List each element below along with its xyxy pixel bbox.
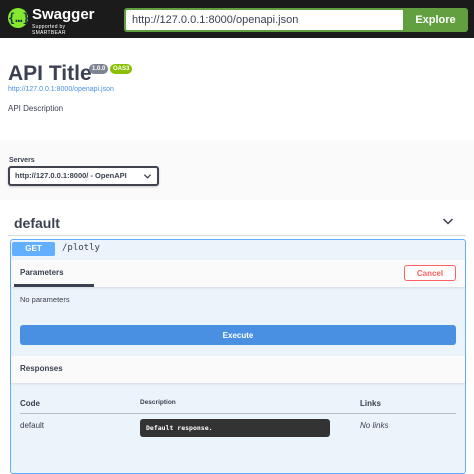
- swagger-logo-text: Swagger: [32, 6, 95, 23]
- spec-link[interactable]: http://127.0.0.1:8000/openapi.json: [8, 86, 114, 93]
- responses-title: Responses: [20, 364, 63, 373]
- tag-header-default[interactable]: default: [14, 215, 60, 231]
- chevron-down-icon: [143, 174, 152, 179]
- version-badge: 1.0.0: [89, 64, 109, 74]
- swagger-logo-subtitle: Supported by SMARTBEAR: [32, 24, 66, 36]
- table-divider: [20, 413, 456, 414]
- swagger-logo-icon: {…}: [8, 8, 30, 28]
- spec-url-input[interactable]: [124, 8, 408, 32]
- response-code: default: [20, 421, 45, 430]
- responses-header: [11, 356, 465, 383]
- swagger-logo[interactable]: {…} Swagger Supported by SMARTBEAR: [8, 6, 95, 36]
- method-badge[interactable]: GET: [12, 242, 55, 256]
- servers-label: Servers: [9, 157, 35, 164]
- servers-selected-value: http://127.0.0.1:8000/ - OpenAPI: [15, 171, 127, 180]
- response-links: No links: [360, 421, 389, 430]
- parameters-header: [11, 260, 465, 287]
- column-header-description: Description: [140, 399, 176, 406]
- servers-select[interactable]: http://127.0.0.1:8000/ - OpenAPI: [8, 166, 159, 186]
- no-parameters-text: No parameters: [20, 295, 70, 304]
- column-header-links: Links: [360, 399, 381, 408]
- page-title: API Title: [8, 62, 92, 85]
- cancel-button[interactable]: Cancel: [404, 265, 456, 281]
- response-description: Default response.: [140, 419, 330, 437]
- operation-path[interactable]: /plotly: [62, 243, 100, 253]
- tag-divider: [8, 235, 466, 236]
- column-header-code: Code: [20, 399, 40, 408]
- execute-button[interactable]: Execute: [20, 325, 456, 345]
- oas-badge: OAS3: [110, 64, 133, 74]
- chevron-down-icon[interactable]: [442, 215, 454, 227]
- tab-underline: [14, 284, 94, 287]
- api-description: API Description: [8, 104, 64, 113]
- explore-button[interactable]: Explore: [403, 8, 468, 32]
- tab-parameters[interactable]: Parameters: [20, 268, 64, 277]
